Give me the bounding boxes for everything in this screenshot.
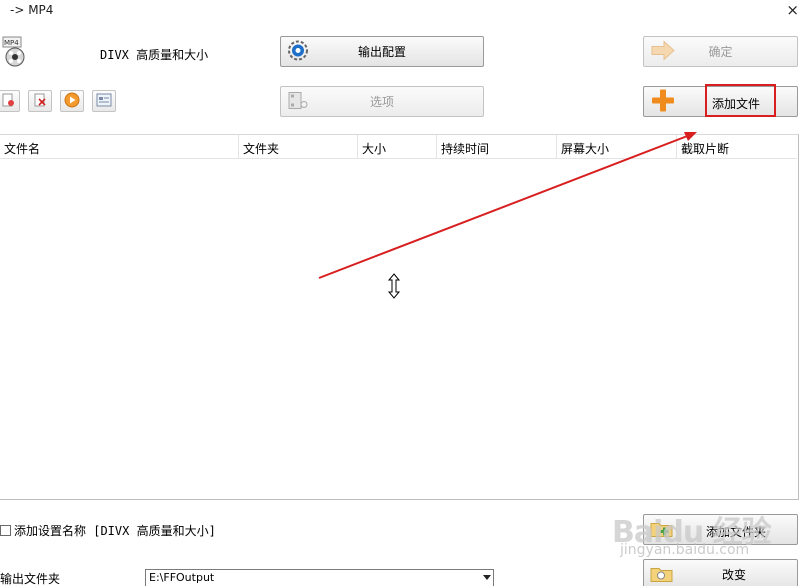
append-setting-label: 添加设置名称 [DIVX 高质量和大小] (14, 524, 216, 538)
add-file-button[interactable]: 添加文件 (643, 86, 798, 117)
options-button[interactable]: 选项 (280, 86, 484, 117)
plus-icon (650, 87, 676, 116)
column-size[interactable]: 大小 (358, 135, 437, 159)
add-folder-label: 添加文件夹 (706, 525, 767, 539)
ok-button[interactable]: 确定 (643, 36, 798, 67)
change-label: 改变 (722, 568, 747, 582)
change-button[interactable]: 改变 (643, 559, 798, 586)
output-folder-label: 输出文件夹 (0, 572, 61, 586)
profile-name: DIVX 高质量和大小 (100, 48, 209, 62)
mp4-film-icon: MP4 (2, 36, 28, 68)
title-bar: -> MP4 × (0, 0, 803, 22)
config-gear-icon (287, 39, 309, 64)
options-label: 选项 (369, 95, 394, 109)
file-list-header: 文件名 文件夹 大小 持续时间 屏幕大小 截取片断 (0, 135, 797, 159)
clear-list-icon (33, 93, 47, 110)
output-config-label: 输出配置 (357, 45, 406, 59)
film-scissors-icon (287, 90, 309, 113)
close-icon[interactable]: × (786, 1, 799, 19)
column-filename[interactable]: 文件名 (0, 135, 239, 159)
add-folder-button[interactable]: 添加文件夹 (643, 514, 798, 545)
folder-icon (650, 563, 674, 586)
output-folder-value: E:\FFOutput (149, 571, 215, 584)
column-folder[interactable]: 文件夹 (239, 135, 358, 159)
output-config-button[interactable]: 输出配置 (280, 36, 484, 67)
play-button[interactable] (60, 90, 84, 112)
clear-list-button[interactable] (28, 90, 52, 112)
column-duration[interactable]: 持续时间 (437, 135, 557, 159)
window-title: -> MP4 (10, 3, 54, 17)
resize-cursor-icon (387, 273, 401, 299)
column-screen-size[interactable]: 屏幕大小 (557, 135, 677, 159)
append-setting-row: 添加设置名称 [DIVX 高质量和大小] (0, 522, 216, 539)
remove-file-button[interactable] (0, 90, 20, 112)
file-list[interactable]: 文件名 文件夹 大小 持续时间 屏幕大小 截取片断 (0, 134, 799, 500)
chevron-down-icon (483, 575, 491, 580)
media-info-button[interactable] (92, 90, 116, 112)
output-folder-select[interactable]: E:\FFOutput (145, 569, 494, 586)
add-file-label: 添加文件 (712, 97, 761, 111)
remove-file-icon (1, 93, 15, 110)
folder-plus-icon (650, 518, 674, 541)
media-info-icon (96, 93, 112, 110)
column-clip[interactable]: 截取片断 (677, 135, 797, 159)
play-icon (64, 92, 80, 111)
ok-label: 确定 (708, 45, 733, 59)
svg-text:MP4: MP4 (4, 39, 19, 47)
append-setting-checkbox[interactable] (0, 525, 11, 536)
arrow-right-icon (650, 39, 676, 63)
